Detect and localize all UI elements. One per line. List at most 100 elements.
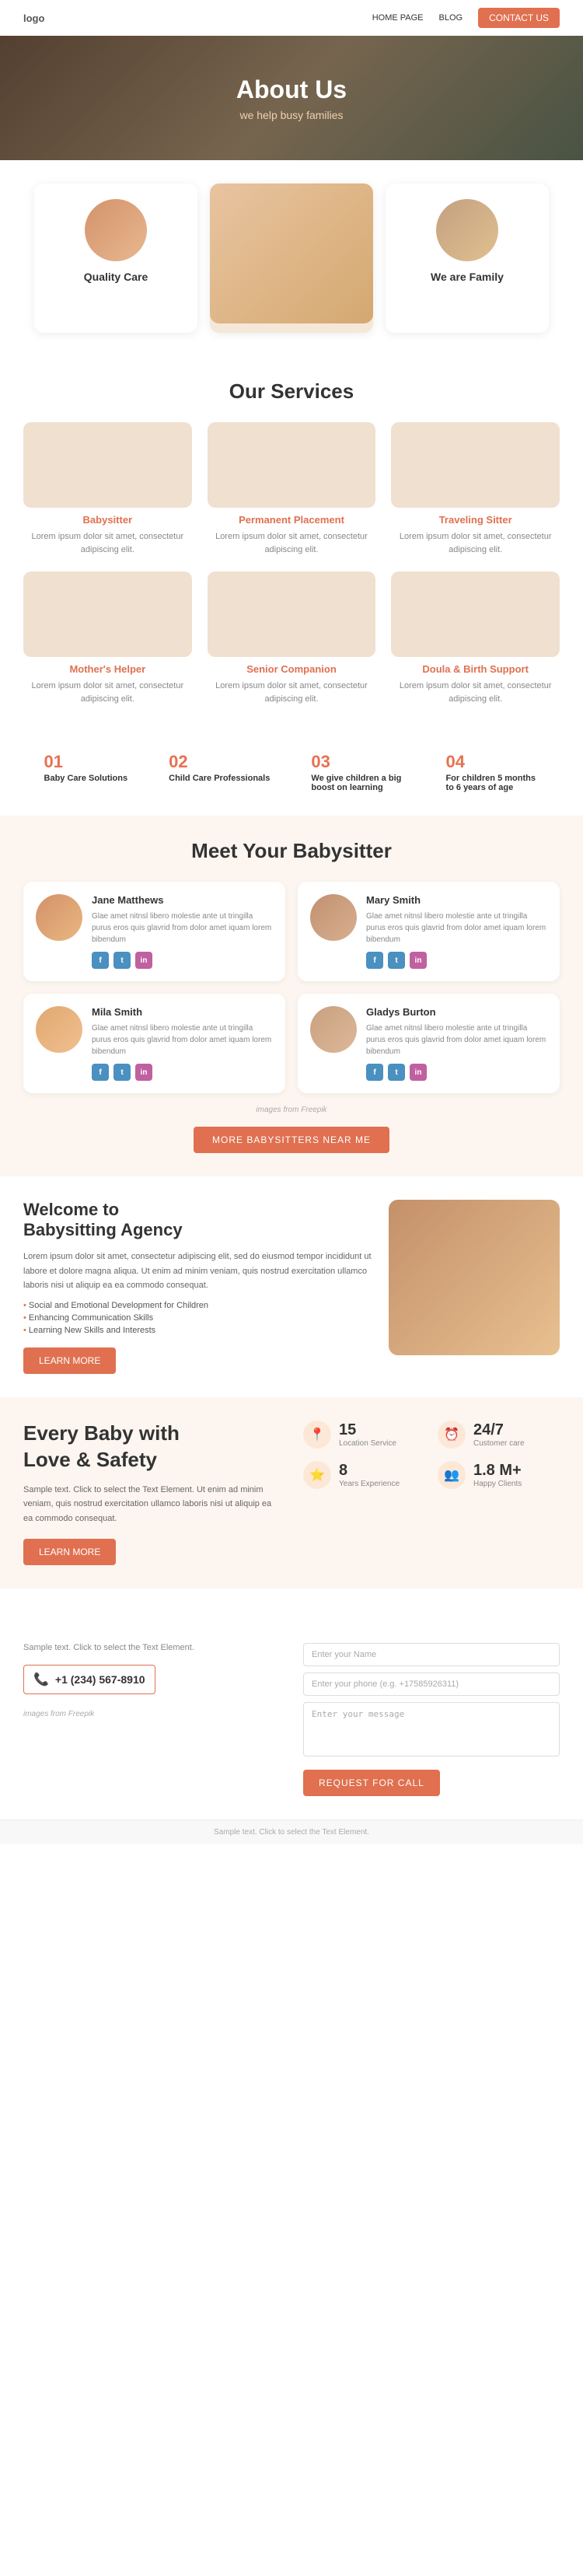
babysitter-card-3: Mila Smith Glae amet nitnsl libero moles… xyxy=(23,994,285,1093)
service-mothers: Mother's Helper Lorem ipsum dolor sit am… xyxy=(23,571,192,705)
stats-section: 01 Baby Care Solutions 02 Child Care Pro… xyxy=(0,729,583,816)
service-permanent: Permanent Placement Lorem ipsum dolor si… xyxy=(208,422,376,556)
social-icons-2: f t in xyxy=(366,952,547,969)
babysitter-text-2: Glae amet nitnsl libero molestie ante ut… xyxy=(366,911,547,945)
babysitter-text-1: Glae amet nitnsl libero molestie ante ut… xyxy=(92,911,273,945)
baby-stat-label-1: Location Service xyxy=(339,1439,396,1448)
twitter-icon-3[interactable]: t xyxy=(113,1064,131,1081)
service-img-senior xyxy=(208,571,376,657)
facebook-icon-1[interactable]: f xyxy=(92,952,109,969)
nav-cta-button[interactable]: contact us xyxy=(478,8,560,28)
welcome-title: Welcome to Babysitting Agency xyxy=(23,1200,373,1240)
baby-stat-num-4: 1.8 M+ xyxy=(473,1462,522,1480)
welcome-image xyxy=(389,1200,560,1355)
twitter-icon-4[interactable]: t xyxy=(388,1064,405,1081)
babysitter-avatar-1 xyxy=(36,894,82,941)
card-center xyxy=(210,184,373,333)
card-img-center xyxy=(210,184,373,323)
footer-left: Sample text. Click to select the Text El… xyxy=(23,1643,280,1796)
baby-stat-1: 📍 15 Location Service xyxy=(303,1421,425,1449)
form-submit-button[interactable]: REQUEST FOR CALL xyxy=(303,1770,440,1796)
baby-stat-label-4: Happy Clients xyxy=(473,1480,522,1488)
twitter-icon-1[interactable]: t xyxy=(113,952,131,969)
babysitter-avatar-4 xyxy=(310,1006,357,1053)
baby-stat-label-3: Years Experience xyxy=(339,1480,400,1488)
services-section: Our Services Babysitter Lorem ipsum dolo… xyxy=(0,356,583,729)
stat-label-2: Child Care Professionals xyxy=(169,774,270,783)
stat-num-1: 01 xyxy=(44,752,128,772)
service-babysitter: Babysitter Lorem ipsum dolor sit amet, c… xyxy=(23,422,192,556)
instagram-icon-4[interactable]: in xyxy=(410,1064,427,1081)
babysitter-name-4: Gladys Burton xyxy=(366,1006,547,1018)
star-icon: ⭐ xyxy=(303,1461,331,1489)
meet-title: Meet Your Babysitter xyxy=(23,839,560,863)
stat-3: 03 We give children a big boost on learn… xyxy=(311,752,404,792)
babysitter-card-2: Mary Smith Glae amet nitnsl libero moles… xyxy=(298,882,560,981)
facebook-icon-2[interactable]: f xyxy=(366,952,383,969)
babysitter-text-4: Glae amet nitnsl libero molestie ante ut… xyxy=(366,1022,547,1057)
nav-blog[interactable]: BLOG xyxy=(439,13,463,23)
form-name-input[interactable] xyxy=(303,1643,560,1666)
baby-left: Every Baby with Love & Safety Sample tex… xyxy=(23,1421,280,1565)
baby-stat-2: ⏰ 24/7 Customer care xyxy=(438,1421,560,1449)
more-babysitters-button[interactable]: MORE BABYSITTERS NEAR ME xyxy=(194,1127,389,1153)
services-grid: Babysitter Lorem ipsum dolor sit amet, c… xyxy=(23,422,560,705)
card-we-are-family: We are Family xyxy=(386,184,549,333)
nav-links: HOME PAGE BLOG contact us xyxy=(372,8,560,28)
service-desc-doula: Lorem ipsum dolor sit amet, consectetur … xyxy=(391,680,560,705)
service-doula: Doula & Birth Support Lorem ipsum dolor … xyxy=(391,571,560,705)
service-traveling: Traveling Sitter Lorem ipsum dolor sit a… xyxy=(391,422,560,556)
twitter-icon-2[interactable]: t xyxy=(388,952,405,969)
baby-learn-button[interactable]: LEARN MORE xyxy=(23,1539,116,1565)
service-desc-traveling: Lorem ipsum dolor sit amet, consectetur … xyxy=(391,530,560,556)
instagram-icon-2[interactable]: in xyxy=(410,952,427,969)
instagram-icon-1[interactable]: in xyxy=(135,952,152,969)
service-img-permanent xyxy=(208,422,376,508)
meet-section: Meet Your Babysitter Jane Matthews Glae … xyxy=(0,816,583,1176)
stat-2: 02 Child Care Professionals xyxy=(169,752,270,792)
baby-section: Every Baby with Love & Safety Sample tex… xyxy=(0,1397,583,1589)
social-icons-3: f t in xyxy=(92,1064,273,1081)
welcome-section: Welcome to Babysitting Agency Lorem ipsu… xyxy=(0,1176,583,1397)
card-quality-care: Quality Care xyxy=(34,184,197,333)
clock-icon: ⏰ xyxy=(438,1421,466,1449)
babysitter-text-3: Glae amet nitnsl libero molestie ante ut… xyxy=(92,1022,273,1057)
services-title: Our Services xyxy=(23,379,560,404)
baby-stat-3: ⭐ 8 Years Experience xyxy=(303,1461,425,1489)
hero-title: About Us xyxy=(236,75,347,104)
babysitter-card-4: Gladys Burton Glae amet nitnsl libero mo… xyxy=(298,994,560,1093)
nav-logo: logo xyxy=(23,12,44,24)
hero-section: About Us we help busy families xyxy=(0,36,583,160)
babysitter-name-2: Mary Smith xyxy=(366,894,547,906)
babysitter-name-3: Mila Smith xyxy=(92,1006,273,1018)
welcome-text: Lorem ipsum dolor sit amet, consectetur … xyxy=(23,1250,373,1293)
babysitter-info-2: Mary Smith Glae amet nitnsl libero moles… xyxy=(366,894,547,969)
babysitter-info-3: Mila Smith Glae amet nitnsl libero moles… xyxy=(92,1006,273,1081)
welcome-list-item-3: Learning New Skills and Interests xyxy=(23,1326,373,1335)
service-img-traveling xyxy=(391,422,560,508)
form-message-input[interactable] xyxy=(303,1702,560,1756)
service-desc-babysitter: Lorem ipsum dolor sit amet, consectetur … xyxy=(23,530,192,556)
instagram-icon-3[interactable]: in xyxy=(135,1064,152,1081)
stat-num-3: 03 xyxy=(311,752,404,772)
baby-stat-num-1: 15 xyxy=(339,1421,396,1439)
hero-subtitle: we help busy families xyxy=(239,109,343,121)
freepik-note: images from Freepik xyxy=(23,1106,560,1114)
people-icon: 👥 xyxy=(438,1461,466,1489)
form-phone-input[interactable] xyxy=(303,1672,560,1696)
service-title-permanent: Permanent Placement xyxy=(208,514,376,526)
navbar: logo HOME PAGE BLOG contact us xyxy=(0,0,583,36)
baby-title: Every Baby with Love & Safety xyxy=(23,1421,280,1473)
welcome-list-item-1: Social and Emotional Development for Chi… xyxy=(23,1301,373,1310)
footer-phone-box[interactable]: 📞 +1 (234) 567-8910 xyxy=(23,1665,155,1694)
stat-4: 04 For children 5 months to 6 years of a… xyxy=(445,752,539,792)
bottom-bar-text: Sample text. Click to select the Text El… xyxy=(214,1828,369,1837)
nav-home[interactable]: HOME PAGE xyxy=(372,13,424,23)
baby-text: Sample text. Click to select the Text El… xyxy=(23,1483,280,1526)
facebook-icon-3[interactable]: f xyxy=(92,1064,109,1081)
welcome-learn-button[interactable]: LEARN MORE xyxy=(23,1347,116,1374)
location-icon: 📍 xyxy=(303,1421,331,1449)
facebook-icon-4[interactable]: f xyxy=(366,1064,383,1081)
footer-phone-number: +1 (234) 567-8910 xyxy=(55,1673,145,1686)
baby-stat-num-3: 8 xyxy=(339,1462,400,1480)
